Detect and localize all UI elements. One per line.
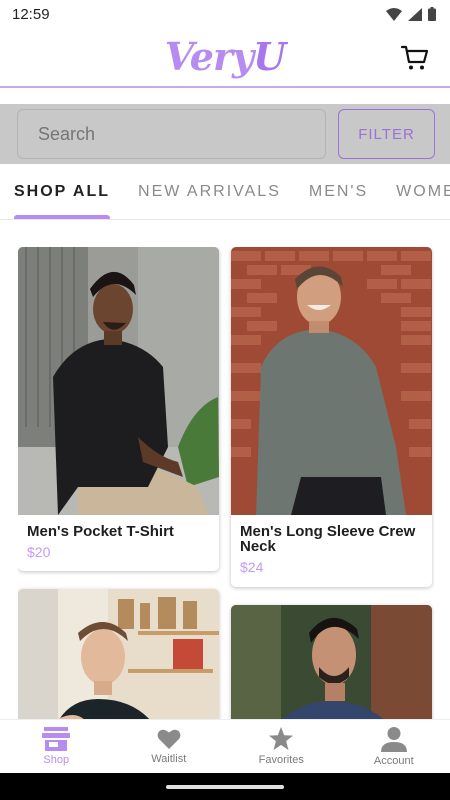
product-info: Men's Pocket T-Shirt $20: [18, 515, 219, 560]
cellular-signal-icon: [408, 7, 422, 21]
logo-text-very: Very: [164, 34, 254, 79]
wifi-icon: [386, 7, 402, 21]
star-icon: [269, 727, 294, 750]
bottom-navigation: Shop Waitlist Favorites Account: [0, 719, 450, 773]
product-card[interactable]: Men's Pocket T-Shirt $20: [18, 247, 219, 571]
product-grid: Men's Pocket T-Shirt $20 Men's Long Slee…: [18, 247, 434, 719]
nav-shop-label: Shop: [43, 754, 70, 766]
product-card[interactable]: Men's Long Sleeve Crew Neck $24: [231, 247, 432, 587]
product-image: [231, 605, 432, 719]
logo-text-u: U: [253, 34, 286, 79]
nav-waitlist-label: Waitlist: [151, 753, 187, 765]
product-image: [231, 247, 432, 515]
nav-favorites[interactable]: Favorites: [225, 720, 338, 773]
product-card[interactable]: [18, 589, 219, 719]
status-time: 12:59: [12, 5, 50, 23]
filter-button-label: FILTER: [358, 125, 415, 143]
search-bar-area: Search FILTER: [0, 104, 450, 164]
system-navigation-bar: [0, 773, 450, 800]
product-price: $20: [27, 544, 51, 560]
search-placeholder: Search: [38, 123, 96, 144]
product-name: Men's Long Sleeve Crew Neck: [240, 523, 416, 555]
nav-waitlist[interactable]: Waitlist: [113, 720, 226, 773]
shopping-cart-icon[interactable]: [400, 43, 430, 73]
store-icon: [42, 727, 71, 751]
filter-button[interactable]: FILTER: [338, 109, 435, 159]
tab-mens[interactable]: MEN'S: [295, 164, 382, 219]
product-card[interactable]: [231, 605, 432, 719]
product-image: [18, 247, 219, 515]
nav-favorites-label: Favorites: [258, 754, 304, 766]
nav-account[interactable]: Account: [338, 720, 450, 773]
home-gesture-handle[interactable]: [166, 784, 284, 789]
tab-womens[interactable]: WOMEN'S: [382, 164, 450, 219]
battery-icon: [428, 7, 436, 21]
account-icon: [380, 727, 407, 752]
category-tabs: SHOP ALL NEW ARRIVALS MEN'S WOMEN'S: [0, 164, 450, 220]
status-bar: 12:59: [0, 0, 450, 28]
search-input[interactable]: Search: [17, 109, 326, 159]
tab-shop-all[interactable]: SHOP ALL: [0, 164, 124, 219]
tab-new-arrivals[interactable]: NEW ARRIVALS: [124, 164, 295, 219]
nav-account-label: Account: [373, 755, 414, 767]
heart-icon: [157, 729, 181, 749]
app-logo[interactable]: VeryU: [165, 38, 286, 76]
product-image: [18, 589, 219, 719]
product-name: Men's Pocket T-Shirt: [27, 523, 174, 540]
status-icons: [386, 7, 436, 21]
app-header: VeryU: [0, 28, 450, 88]
nav-shop[interactable]: Shop: [0, 720, 113, 773]
product-price: $24: [240, 559, 264, 575]
product-info: Men's Long Sleeve Crew Neck $24: [231, 515, 432, 575]
